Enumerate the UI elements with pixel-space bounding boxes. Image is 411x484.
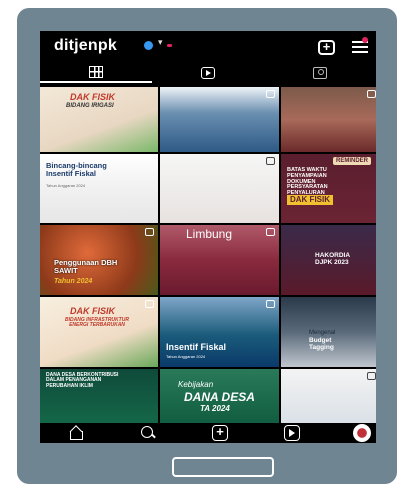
post-title: DAK FISIK (70, 306, 115, 316)
profile-avatar[interactable] (353, 424, 371, 442)
post-subtitle: Tahun Anggaran 2024 (46, 183, 86, 188)
post-tile[interactable]: HAKORDIA DJPK 2023 (281, 225, 376, 295)
notification-dot (167, 44, 172, 47)
hamburger-menu-icon[interactable] (352, 41, 368, 56)
post-tile[interactable]: Insentif Fiskal Tahun Anggaran 2024 (160, 297, 279, 367)
post-subtitle: Tahun 2024 (54, 278, 93, 285)
tab-grid[interactable] (40, 63, 152, 83)
add-post-icon[interactable]: + (212, 425, 228, 441)
phone-home-button[interactable] (172, 457, 274, 477)
tab-reels[interactable] (152, 63, 264, 83)
grid-icon (89, 66, 103, 78)
reels-nav-icon[interactable] (284, 425, 300, 441)
post-title: HAKORDIA DJPK 2023 (315, 252, 350, 266)
verified-badge-icon (144, 41, 153, 50)
reel-indicator-icon (266, 300, 275, 308)
tagged-icon (313, 67, 327, 79)
post-tile[interactable]: Limbung (160, 225, 279, 295)
profile-tabs (40, 63, 376, 83)
reel-indicator-icon (266, 157, 275, 165)
post-tile[interactable] (281, 87, 376, 152)
reel-indicator-icon (367, 372, 376, 380)
posts-grid: DAK FISIK BIDANG IRIGASI Bincang-bincang… (40, 87, 376, 429)
reel-indicator-icon (145, 228, 154, 236)
post-subtitle: BIDANG INFRASTRUKTUR ENERGI TERBARUKAN (65, 317, 129, 329)
menu-notification-dot (362, 37, 368, 43)
post-tile[interactable]: DAK FISIK BIDANG IRIGASI (40, 87, 158, 152)
reel-indicator-icon (266, 90, 275, 98)
post-tile[interactable]: Mengenal Budget Tagging (281, 297, 376, 367)
post-tile[interactable] (160, 87, 279, 152)
post-year: TA 2024 (200, 404, 230, 413)
post-subtitle: Tahun Anggaran 2024 (166, 354, 206, 359)
post-tile[interactable]: Kebijakan DANA DESA TA 2024 (160, 369, 279, 429)
post-tile[interactable] (160, 154, 279, 223)
post-title: BATAS WAKTU PENYAMPAIAN DOKUMEN PERSYARA… (287, 167, 328, 197)
instagram-profile-screen: ditjenpk ▾ + DAK FISIK BIDANG IRIGASI Bi… (40, 31, 376, 443)
post-subtitle: Kebijakan (178, 380, 214, 389)
post-tile[interactable]: Penggunaan DBH SAWIT Tahun 2024 (40, 225, 158, 295)
post-title: DANA DESA (184, 390, 255, 404)
post-title: Bincang-bincang Insentif Fiskal (46, 161, 107, 178)
top-bar: ditjenpk ▾ + (40, 31, 376, 61)
phone-frame: ditjenpk ▾ + DAK FISIK BIDANG IRIGASI Bi… (17, 8, 397, 484)
reel-indicator-icon (145, 300, 154, 308)
post-subtitle: DAK FISIK (287, 195, 333, 206)
post-title: Insentif Fiskal (166, 342, 227, 352)
bottom-navigation: + (40, 423, 376, 443)
profile-username[interactable]: ditjenpk (54, 37, 117, 55)
post-subtitle: Mengenal (309, 330, 336, 336)
post-tile[interactable]: REMINDER BATAS WAKTU PENYAMPAIAN DOKUMEN… (281, 154, 376, 223)
post-subtitle: BIDANG IRIGASI (66, 103, 114, 109)
post-title: Budget Tagging (309, 337, 334, 351)
reel-indicator-icon (266, 228, 275, 236)
post-title: Penggunaan DBH SAWIT (54, 258, 118, 275)
reels-icon (201, 67, 215, 79)
post-title: Limbung (186, 227, 233, 241)
post-tile[interactable]: DAK FISIK BIDANG INFRASTRUKTUR ENERGI TE… (40, 297, 158, 367)
post-tile[interactable]: Bincang-bincang Insentif Fiskal Tahun An… (40, 154, 158, 223)
chevron-down-icon[interactable]: ▾ (158, 37, 163, 48)
post-title: DAK FISIK (70, 92, 115, 102)
home-icon[interactable] (68, 425, 84, 441)
post-tile[interactable] (281, 369, 376, 429)
post-title: DANA DESA BERKONTRIBUSI DALAM PENANGANAN… (46, 372, 119, 389)
reel-indicator-icon (367, 90, 376, 98)
tab-tagged[interactable] (264, 63, 376, 83)
search-icon[interactable] (140, 425, 156, 441)
post-tile[interactable]: DANA DESA BERKONTRIBUSI DALAM PENANGANAN… (40, 369, 158, 429)
create-post-icon[interactable]: + (318, 40, 335, 55)
post-tag: REMINDER (333, 157, 372, 166)
